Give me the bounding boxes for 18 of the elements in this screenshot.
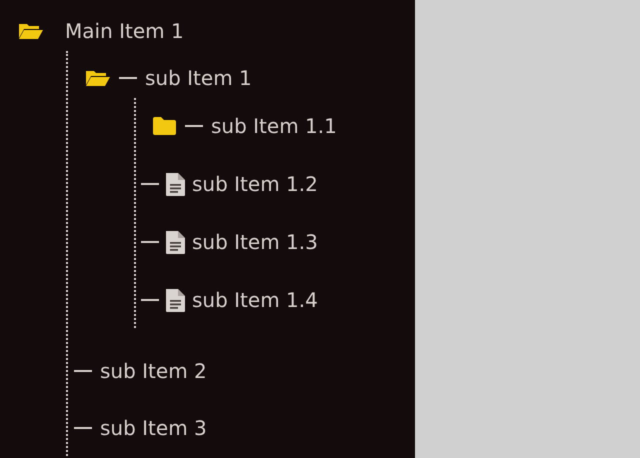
branch-line	[141, 241, 159, 243]
branch-line	[119, 77, 137, 79]
branch-line	[185, 125, 203, 127]
branch-line	[141, 299, 159, 301]
document-icon	[166, 172, 185, 196]
tree-item-label[interactable]: sub Item 1.1	[211, 114, 337, 138]
tree-item-label[interactable]: sub Item 3	[100, 416, 207, 440]
tree-item-label[interactable]: Main Item 1	[65, 19, 184, 43]
tree-item-label[interactable]: sub Item 2	[100, 359, 207, 383]
branch-line	[141, 183, 159, 185]
document-icon	[166, 230, 185, 254]
tree-item-label[interactable]: sub Item 1.3	[192, 230, 318, 254]
tree-item-label[interactable]: sub Item 1.2	[192, 172, 318, 196]
branch-line	[74, 370, 92, 372]
branch-line	[74, 427, 92, 429]
tree-item-label[interactable]: sub Item 1.4	[192, 288, 318, 312]
document-icon	[166, 288, 185, 312]
tree-item-label[interactable]: sub Item 1	[145, 66, 252, 90]
